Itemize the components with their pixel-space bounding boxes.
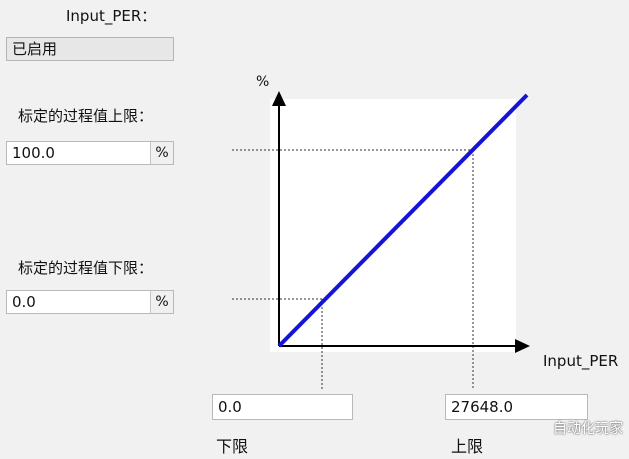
watermark-text: 自动化玩家 <box>553 421 623 437</box>
y-axis-label: % <box>256 74 269 90</box>
x-high-input[interactable]: 27648.0 <box>445 394 588 420</box>
chart-plot-area <box>270 99 516 352</box>
y-axis-arrow <box>272 91 286 106</box>
x-low-value: 0.0 <box>218 398 242 416</box>
x-low-input[interactable]: 0.0 <box>212 394 353 420</box>
x-axis-arrow <box>515 339 530 353</box>
scaling-chart: % Input_PER <box>232 74 618 390</box>
x-low-label: 下限 <box>216 437 249 456</box>
x-high-value: 27648.0 <box>451 398 514 416</box>
x-axis-label: Input_PER <box>543 352 618 371</box>
x-high-label: 上限 <box>451 437 484 456</box>
